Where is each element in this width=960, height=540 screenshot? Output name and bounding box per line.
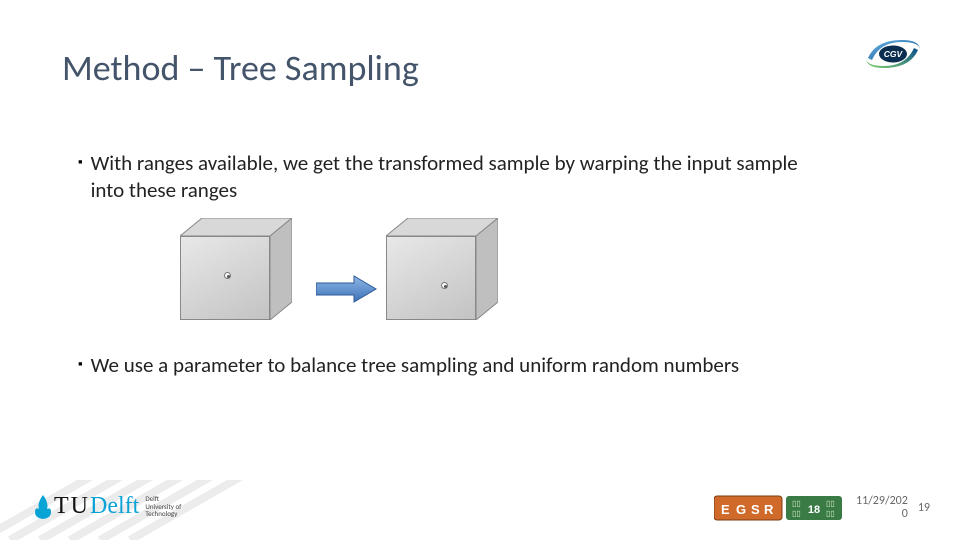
svg-text:S: S (751, 502, 760, 517)
cube-output (386, 218, 516, 328)
bullet-2-text: We use a parameter to balance tree sampl… (91, 352, 739, 379)
sample-point-input (224, 272, 231, 279)
svg-text:CGV: CGV (884, 49, 904, 59)
slide-title: Method – Tree Sampling (62, 46, 419, 90)
bullet-marker-icon: ▪ (78, 155, 83, 205)
bullet-1: ▪ With ranges available, we get the tran… (78, 150, 821, 205)
bullet-marker-icon: ▪ (78, 357, 83, 379)
svg-text:▯▯: ▯▯ (826, 499, 835, 508)
svg-text:18: 18 (808, 504, 820, 516)
bullet-2: ▪ We use a parameter to balance tree sam… (78, 352, 739, 379)
cube-input (180, 218, 310, 328)
flame-icon (34, 494, 52, 520)
slide-number: 19 (918, 501, 930, 515)
tu-name: Delft (90, 493, 139, 520)
tu-subtitle: Delft University of Technology (145, 495, 181, 517)
svg-text:E: E (721, 502, 730, 517)
svg-text:▯▯: ▯▯ (792, 499, 801, 508)
egsr-logo: E G S R ▯▯▯▯ ▯▯▯▯ 18 (714, 492, 844, 524)
tudelft-logo: TU Delft Delft University of Technology (34, 493, 181, 520)
bullet-1-text: With ranges available, we get the transf… (91, 150, 821, 205)
footer-right: E G S R ▯▯▯▯ ▯▯▯▯ 18 11/29/202 0 19 (714, 492, 930, 524)
svg-text:▯▯: ▯▯ (792, 509, 801, 518)
tu-prefix: T (54, 493, 69, 519)
svg-text:R: R (764, 502, 774, 517)
slide-date: 11/29/202 0 (856, 495, 908, 520)
svg-text:G: G (736, 502, 746, 517)
sample-point-output (441, 282, 448, 289)
arrow-icon (316, 274, 378, 304)
cgv-logo: CGV (862, 36, 924, 72)
svg-text:▯▯: ▯▯ (826, 509, 835, 518)
